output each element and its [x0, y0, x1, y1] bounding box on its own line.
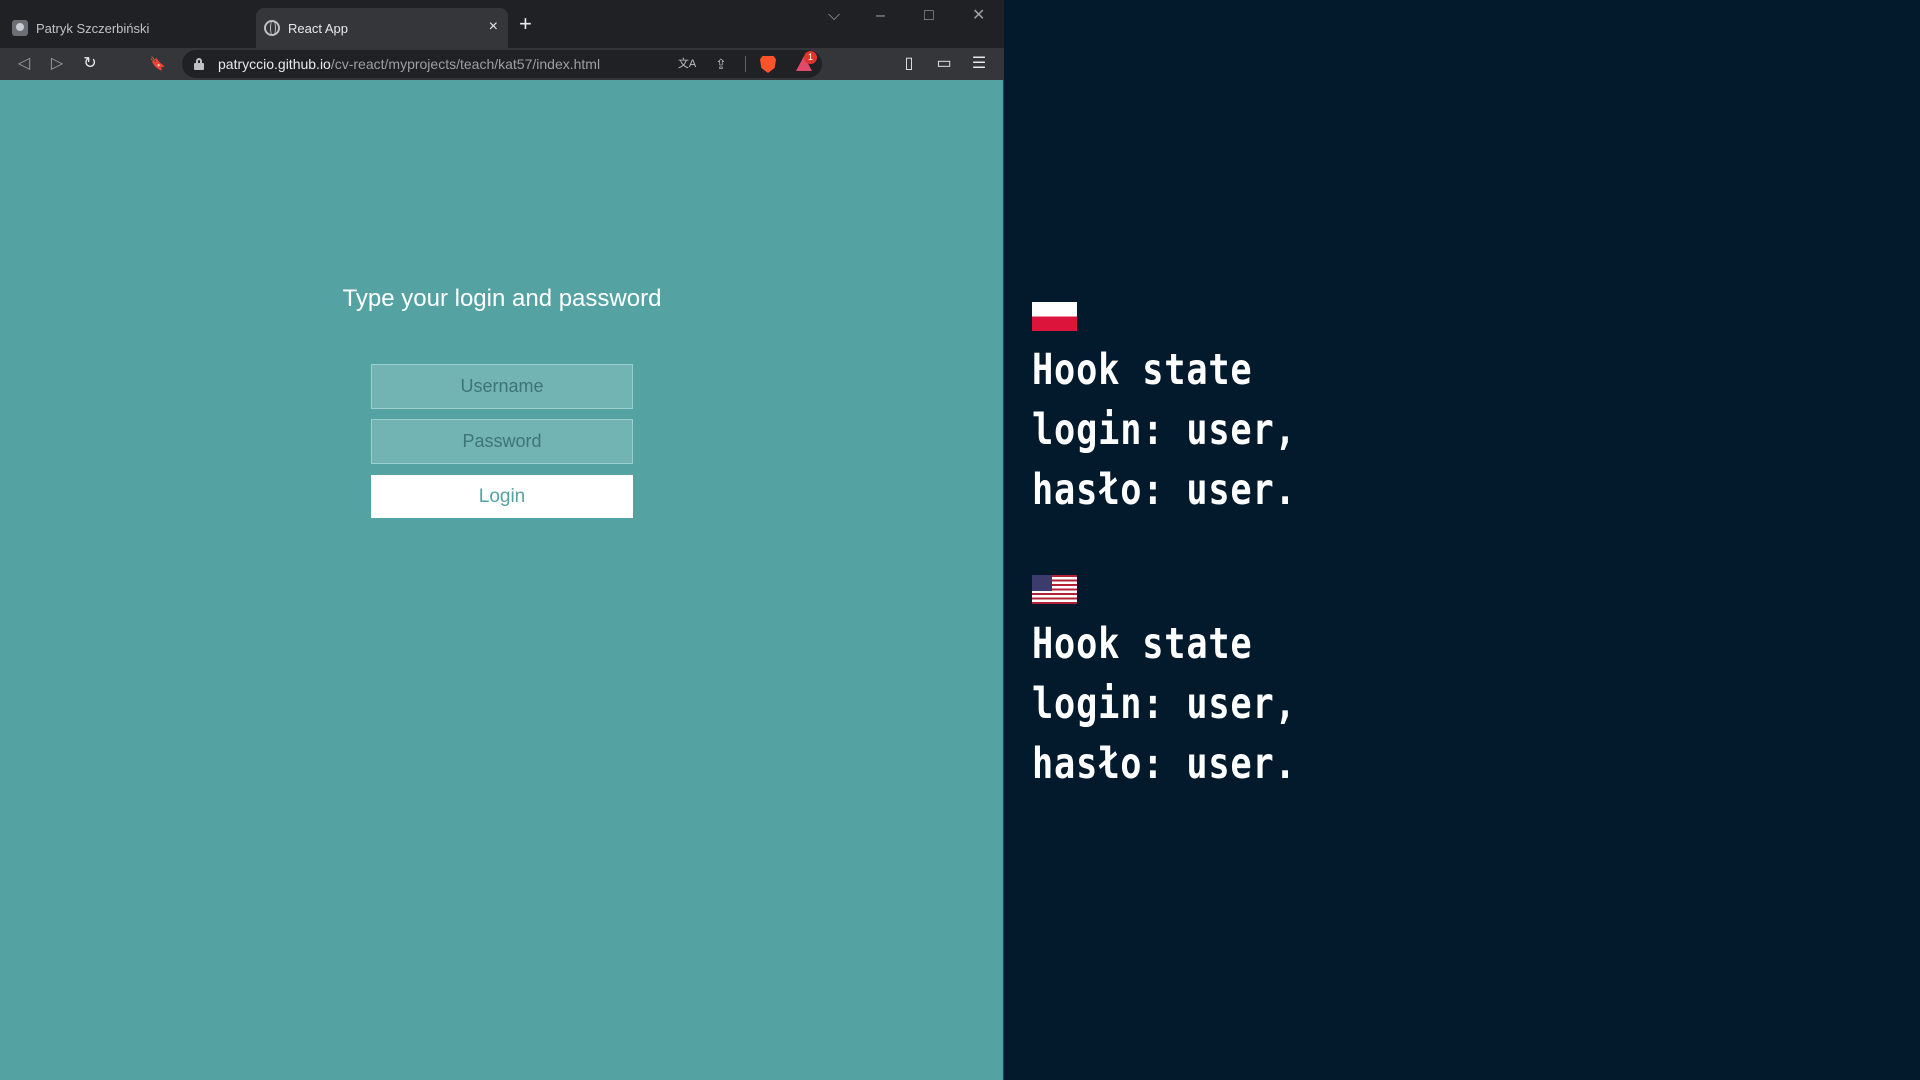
info-text-pl: Hook state login: user, hasło: user. [1032, 340, 1297, 520]
wallet-icon[interactable]: ▭ [932, 52, 956, 76]
tab-title: React App [288, 20, 348, 36]
tab-bar: Patryk Szczerbiński React App × + ⌵ – □ … [0, 0, 1004, 48]
info-line: hasło: user. [1032, 739, 1297, 789]
globe-icon [264, 20, 280, 36]
lock-icon [194, 58, 204, 70]
share-icon[interactable]: ⇪ [709, 52, 733, 76]
minimize-button[interactable]: – [876, 6, 885, 26]
login-button[interactable]: Login [371, 475, 633, 518]
omnibox-divider [745, 56, 746, 72]
menu-icon[interactable]: ☰ [967, 52, 991, 76]
translate-icon[interactable]: 文A [675, 52, 699, 76]
url-text[interactable]: patryccio.github.io/cv-react/myprojects/… [218, 56, 600, 72]
info-line: Hook state [1032, 345, 1253, 395]
browser-toolbar: ◁ ▷ ↻ 🔖 patryccio.github.io/cv-react/myp… [0, 48, 1004, 80]
info-line: hasło: user. [1032, 465, 1297, 515]
new-tab-button[interactable]: + [519, 13, 532, 35]
rewards-badge: 1 [804, 51, 817, 64]
info-line: Hook state [1032, 619, 1253, 669]
poland-flag-icon [1032, 302, 1077, 331]
info-line: login: user, [1032, 405, 1297, 455]
url-host: patryccio.github.io [218, 56, 331, 72]
address-bar[interactable]: patryccio.github.io/cv-react/myprojects/… [182, 50, 822, 78]
sidebar-icon[interactable]: ▯ [897, 52, 921, 76]
url-path: /cv-react/myprojects/teach/kat57/index.h… [330, 56, 601, 72]
forward-icon[interactable]: ▷ [45, 52, 69, 76]
close-window-button[interactable]: ✕ [972, 6, 985, 26]
tab-patryk[interactable]: Patryk Szczerbiński [0, 8, 256, 48]
page-content: Type your login and password Login [0, 80, 1004, 1080]
tab-search-icon[interactable]: ⌵ [828, 6, 840, 26]
tab-close-icon[interactable]: × [489, 19, 498, 35]
info-line: login: user, [1032, 679, 1297, 729]
info-text-en: Hook state login: user, hasło: user. [1032, 614, 1297, 794]
brave-shields-icon[interactable] [760, 56, 776, 73]
browser-window: Patryk Szczerbiński React App × + ⌵ – □ … [0, 0, 1004, 1080]
usa-flag-icon [1032, 575, 1077, 604]
person-favicon-icon [12, 20, 28, 36]
password-input[interactable] [371, 419, 633, 464]
reload-icon[interactable]: ↻ [78, 52, 102, 76]
username-input[interactable] [371, 364, 633, 409]
bookmark-icon[interactable]: 🔖 [146, 52, 170, 76]
back-icon[interactable]: ◁ [12, 52, 36, 76]
tab-react-app[interactable]: React App × [256, 8, 508, 48]
maximize-button[interactable]: □ [924, 6, 934, 26]
login-heading: Type your login and password [342, 285, 662, 312]
tab-title: Patryk Szczerbiński [36, 20, 150, 36]
